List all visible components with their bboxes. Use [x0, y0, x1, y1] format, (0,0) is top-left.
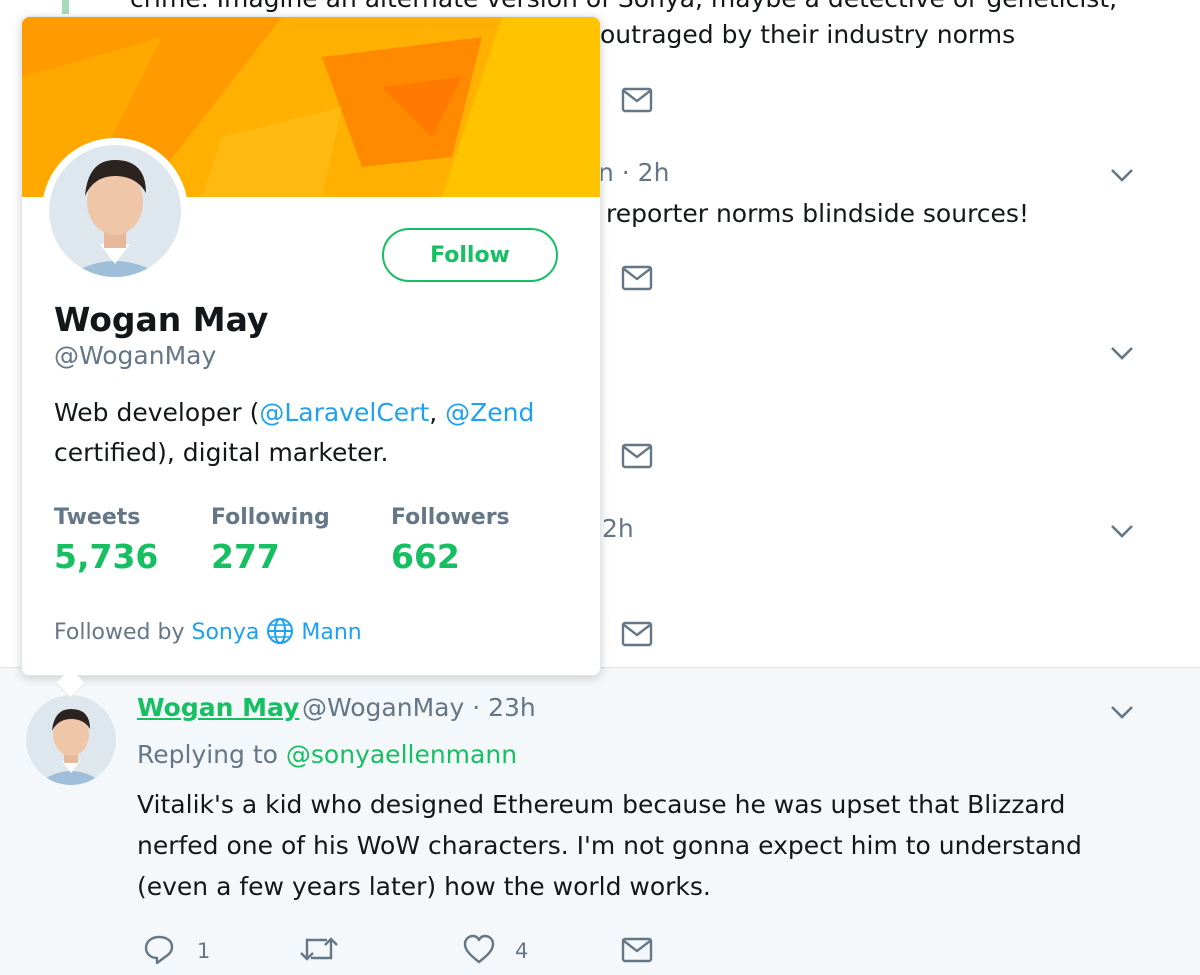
tweet-author-meta: @WoganMay · 23h [302, 693, 536, 722]
stat-followers-label[interactable]: Followers [391, 505, 510, 530]
envelope-icon[interactable] [621, 265, 653, 291]
replying-to: Replying to @sonyaellenmann [137, 740, 517, 769]
stat-following-label[interactable]: Following [211, 505, 330, 530]
tweet-body: Vitalik's a kid who designed Ethereum be… [137, 790, 1082, 901]
envelope-icon[interactable] [621, 87, 653, 113]
thread-line-top [62, 0, 69, 14]
profile-bio: Web developer (@LaravelCert, @Zend certi… [54, 393, 574, 473]
chevron-down-icon[interactable] [1108, 161, 1136, 189]
chevron-down-icon[interactable] [1108, 339, 1136, 367]
envelope-icon[interactable] [621, 443, 653, 469]
stat-followers-value[interactable]: 662 [391, 537, 460, 576]
bio-text: Web developer ( [54, 398, 260, 427]
stat-following-value[interactable]: 277 [211, 537, 280, 576]
retweet-icon[interactable] [299, 933, 339, 965]
bio-text: certified), digital marketer. [54, 438, 389, 467]
follow-button[interactable]: Follow [382, 228, 558, 282]
chevron-down-icon[interactable] [1108, 698, 1136, 726]
like-count: 4 [515, 939, 529, 963]
bio-mention-zend[interactable]: @Zend [445, 398, 534, 427]
tweet-author-name[interactable]: Wogan May [137, 693, 299, 722]
globe-icon [267, 618, 294, 644]
followed-by-link[interactable]: Sonya [192, 620, 260, 645]
heart-icon[interactable] [462, 933, 496, 965]
chevron-down-icon[interactable] [1108, 517, 1136, 545]
profile-avatar[interactable] [42, 138, 188, 284]
stat-tweets-value[interactable]: 5,736 [54, 537, 158, 576]
replying-to-link[interactable]: @sonyaellenmann [286, 740, 517, 769]
followed-by-prefix: Followed by [54, 620, 185, 645]
avatar[interactable] [26, 695, 116, 785]
reply-count: 1 [197, 939, 211, 963]
stat-tweets-label[interactable]: Tweets [54, 505, 140, 530]
followed-by-link[interactable]: Mann [301, 620, 361, 645]
profile-handle[interactable]: @WoganMay [54, 341, 216, 370]
timeline-partial-line: reporter norms blindside sources! [606, 199, 1029, 228]
envelope-icon[interactable] [621, 937, 653, 963]
envelope-icon[interactable] [621, 621, 653, 647]
profile-hovercard[interactable]: Follow Wogan May @WoganMay Web developer… [21, 16, 601, 699]
followed-by: Followed by Sonya Mann [54, 617, 362, 645]
profile-name[interactable]: Wogan May [54, 300, 268, 339]
bio-separator: , [429, 398, 446, 427]
timeline-partial-line: outraged by their industry norms [600, 20, 1016, 49]
replying-to-prefix: Replying to [137, 740, 278, 769]
timeline-partial-meta: n · 2h [598, 158, 670, 187]
reply-icon[interactable] [143, 933, 175, 965]
timeline-partial-line: crime. Imagine an alternate version of S… [130, 0, 1117, 13]
bio-mention-laravelcert[interactable]: @LaravelCert [259, 398, 429, 427]
timeline-partial-meta: 2h [602, 514, 634, 543]
